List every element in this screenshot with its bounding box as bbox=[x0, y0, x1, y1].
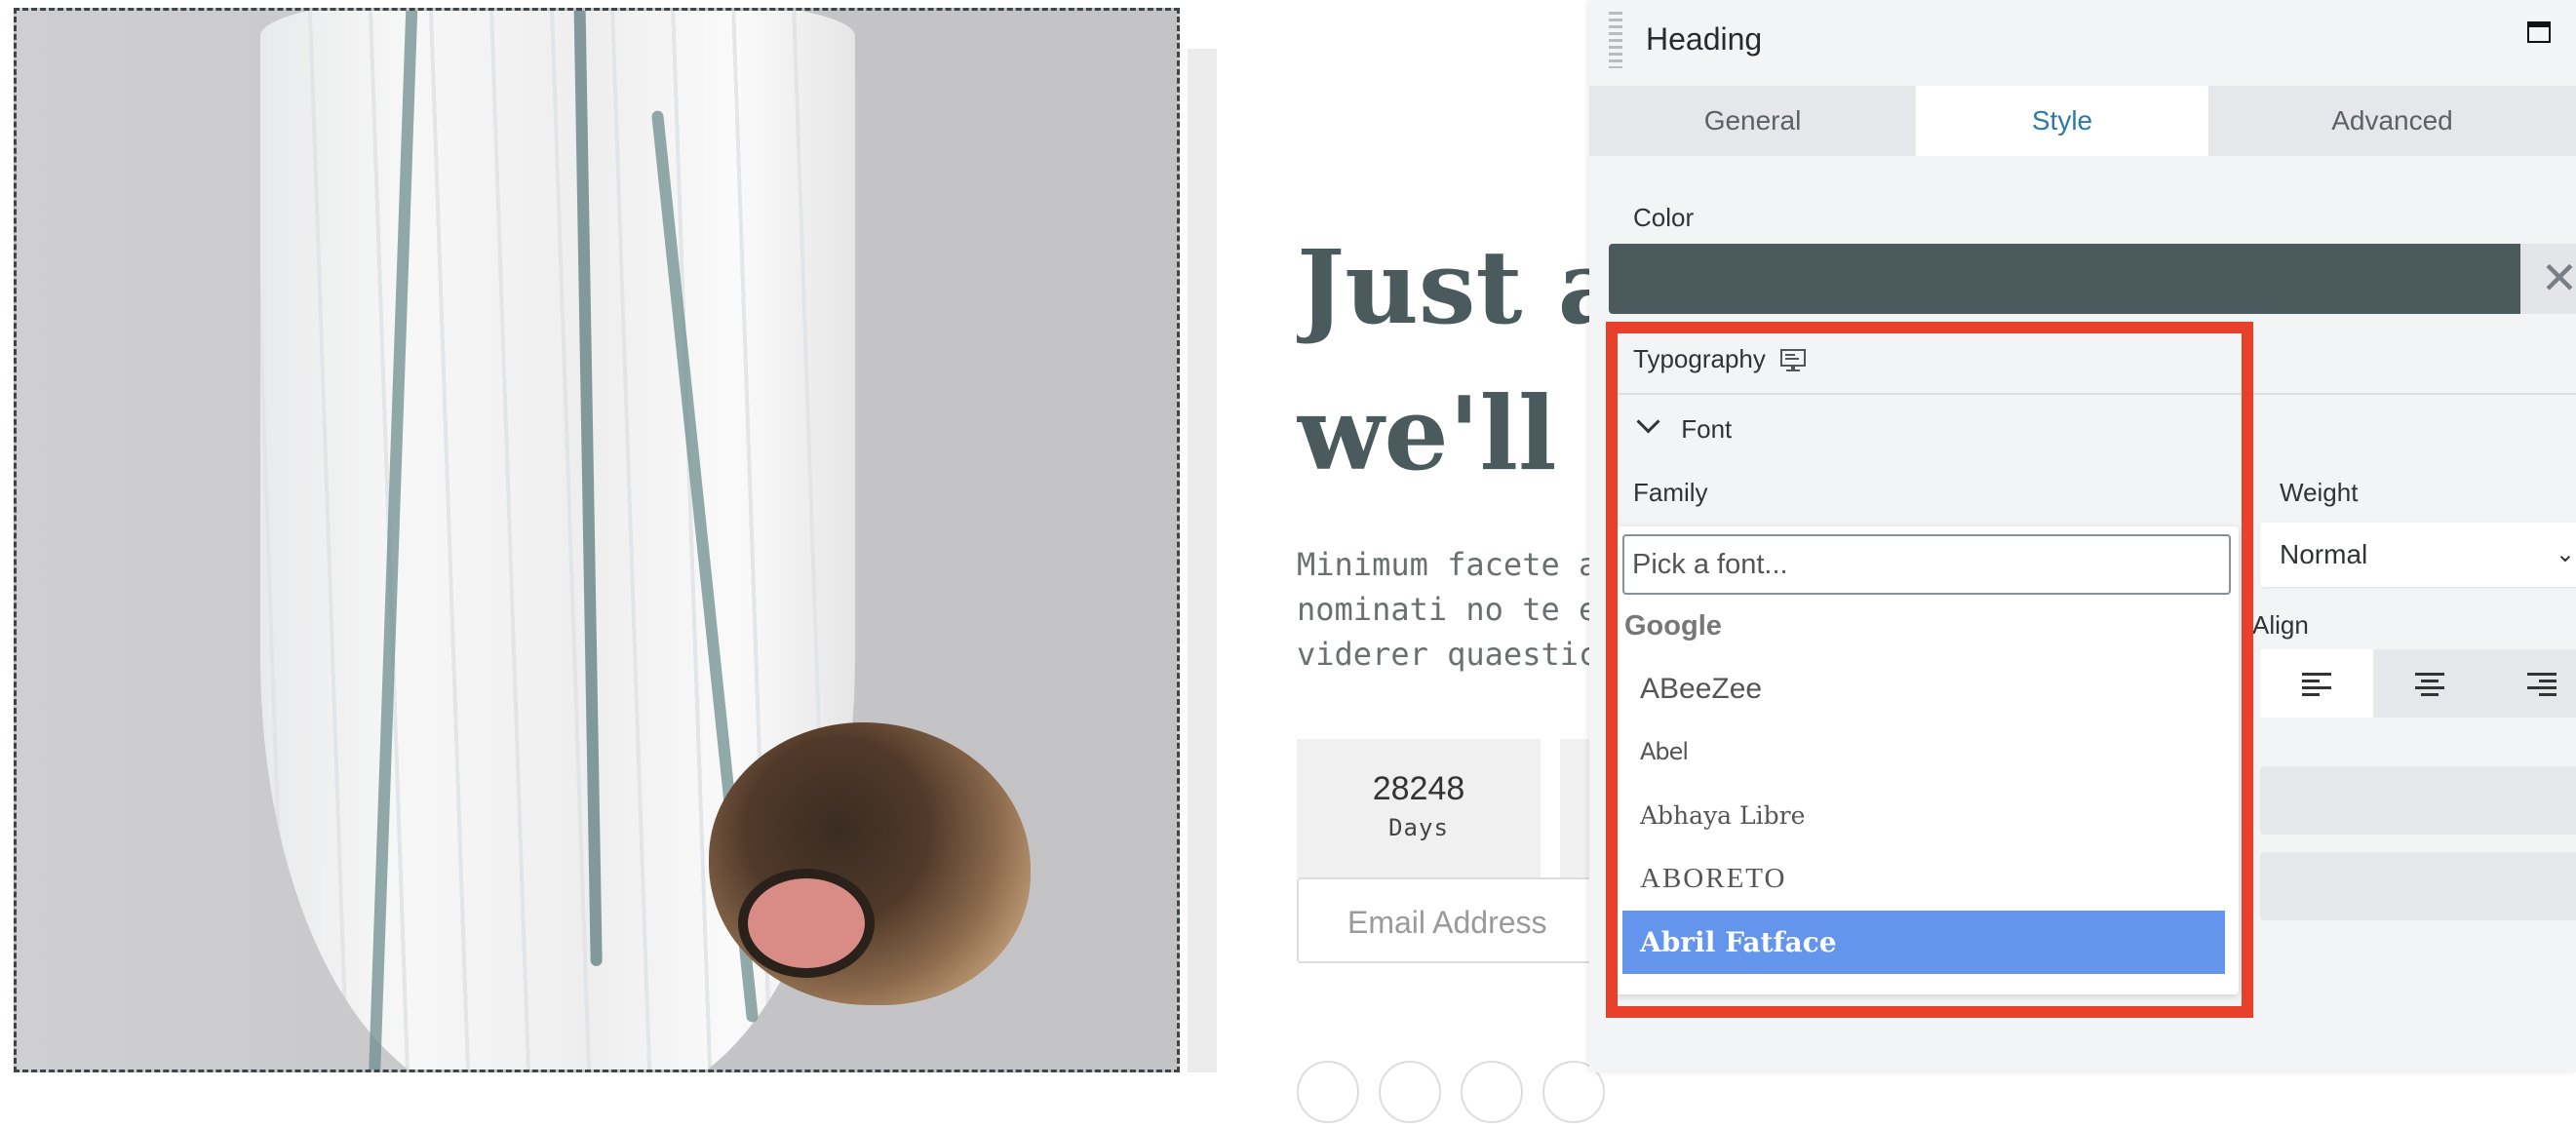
weight-value: Normal bbox=[2280, 539, 2368, 569]
color-label: Color bbox=[1633, 203, 1695, 232]
align-label: Align bbox=[2252, 610, 2309, 640]
dog-mouth bbox=[738, 869, 875, 978]
hero-paragraph: Minimum facete a nominati no te e videre… bbox=[1297, 546, 1598, 673]
blanket-stripe bbox=[573, 11, 603, 967]
countdown-days: 28248 Days bbox=[1297, 739, 1541, 877]
align-left-button[interactable] bbox=[2260, 649, 2373, 718]
maximize-window-icon[interactable] bbox=[2527, 21, 2551, 43]
chevron-down-icon: ⌄ bbox=[2555, 541, 2575, 567]
chevron-down-icon bbox=[1636, 409, 1660, 434]
line-height-input[interactable] bbox=[2260, 852, 2576, 920]
drag-handle-icon[interactable] bbox=[1609, 12, 1622, 68]
weight-select[interactable]: Normal ⌄ bbox=[2260, 523, 2576, 587]
tab-general[interactable]: General bbox=[1589, 86, 1916, 156]
monitor-icon[interactable] bbox=[1780, 349, 1806, 372]
align-right-icon bbox=[2527, 673, 2557, 696]
align-buttons bbox=[2260, 649, 2576, 718]
font-option-selected[interactable]: Abril Fatface bbox=[1622, 911, 2225, 974]
typography-divider bbox=[1609, 393, 2576, 395]
email-input[interactable]: Email Address bbox=[1297, 877, 1619, 963]
font-option[interactable]: ABORETO bbox=[1615, 847, 2239, 911]
font-picker-dropdown: Google ABeeZee Abel Abhaya Libre ABORETO… bbox=[1615, 526, 2239, 994]
size-input[interactable] bbox=[2260, 766, 2576, 835]
section-divider bbox=[1188, 49, 1217, 1072]
hero-image[interactable] bbox=[14, 8, 1180, 1072]
dog-head bbox=[709, 722, 1031, 1005]
align-center-button[interactable] bbox=[2373, 649, 2486, 718]
social-icons bbox=[1297, 1061, 1624, 1128]
font-option[interactable]: Aclonica bbox=[1615, 974, 2239, 994]
align-left-icon bbox=[2301, 673, 2331, 696]
clear-color-button[interactable]: ✕ bbox=[2520, 244, 2576, 314]
countdown-days-label: Days bbox=[1388, 814, 1449, 841]
font-search-input[interactable] bbox=[1622, 534, 2231, 595]
social-icon[interactable] bbox=[1379, 1061, 1441, 1123]
font-option[interactable]: ABeeZee bbox=[1615, 657, 2239, 720]
font-section-label: Font bbox=[1681, 414, 1733, 444]
social-icon[interactable] bbox=[1461, 1061, 1523, 1123]
panel-tabs: General Style Advanced bbox=[1589, 86, 2576, 156]
font-option[interactable]: Abhaya Libre bbox=[1615, 784, 2239, 847]
align-center-icon bbox=[2414, 673, 2444, 696]
panel-title: Heading bbox=[1646, 21, 1763, 57]
font-group-label: Google bbox=[1624, 610, 1722, 642]
typography-label: Typography bbox=[1633, 344, 1766, 373]
family-label: Family bbox=[1633, 478, 1708, 507]
align-right-button[interactable] bbox=[2485, 649, 2576, 718]
social-icon[interactable] bbox=[1297, 1061, 1359, 1123]
font-list: ABeeZee Abel Abhaya Libre ABORETO Abril … bbox=[1615, 657, 2239, 994]
color-swatch[interactable] bbox=[1609, 244, 2520, 314]
countdown-days-value: 28248 bbox=[1372, 770, 1465, 807]
tab-style[interactable]: Style bbox=[1916, 86, 2208, 156]
weight-label: Weight bbox=[2280, 478, 2359, 507]
font-section-toggle[interactable]: Font bbox=[1636, 409, 1733, 445]
tab-advanced[interactable]: Advanced bbox=[2208, 86, 2576, 156]
font-option[interactable]: Abel bbox=[1615, 720, 2239, 784]
blanket-stripe bbox=[368, 11, 418, 1070]
